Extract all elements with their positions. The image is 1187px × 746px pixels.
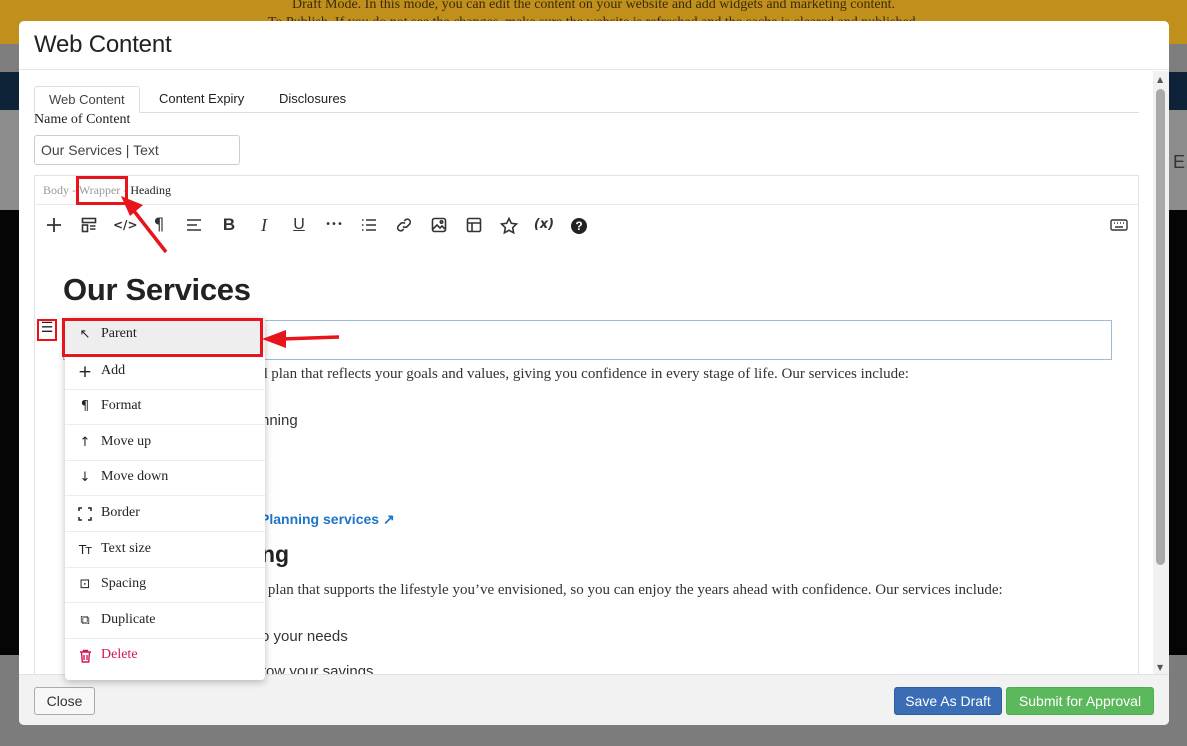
annotation-arrow-head xyxy=(121,196,143,216)
annotation-arrows xyxy=(121,196,340,348)
annotation-arrow-head xyxy=(262,330,286,348)
annotation-arrow-line xyxy=(281,335,340,341)
annotation-arrow-line xyxy=(132,209,168,254)
